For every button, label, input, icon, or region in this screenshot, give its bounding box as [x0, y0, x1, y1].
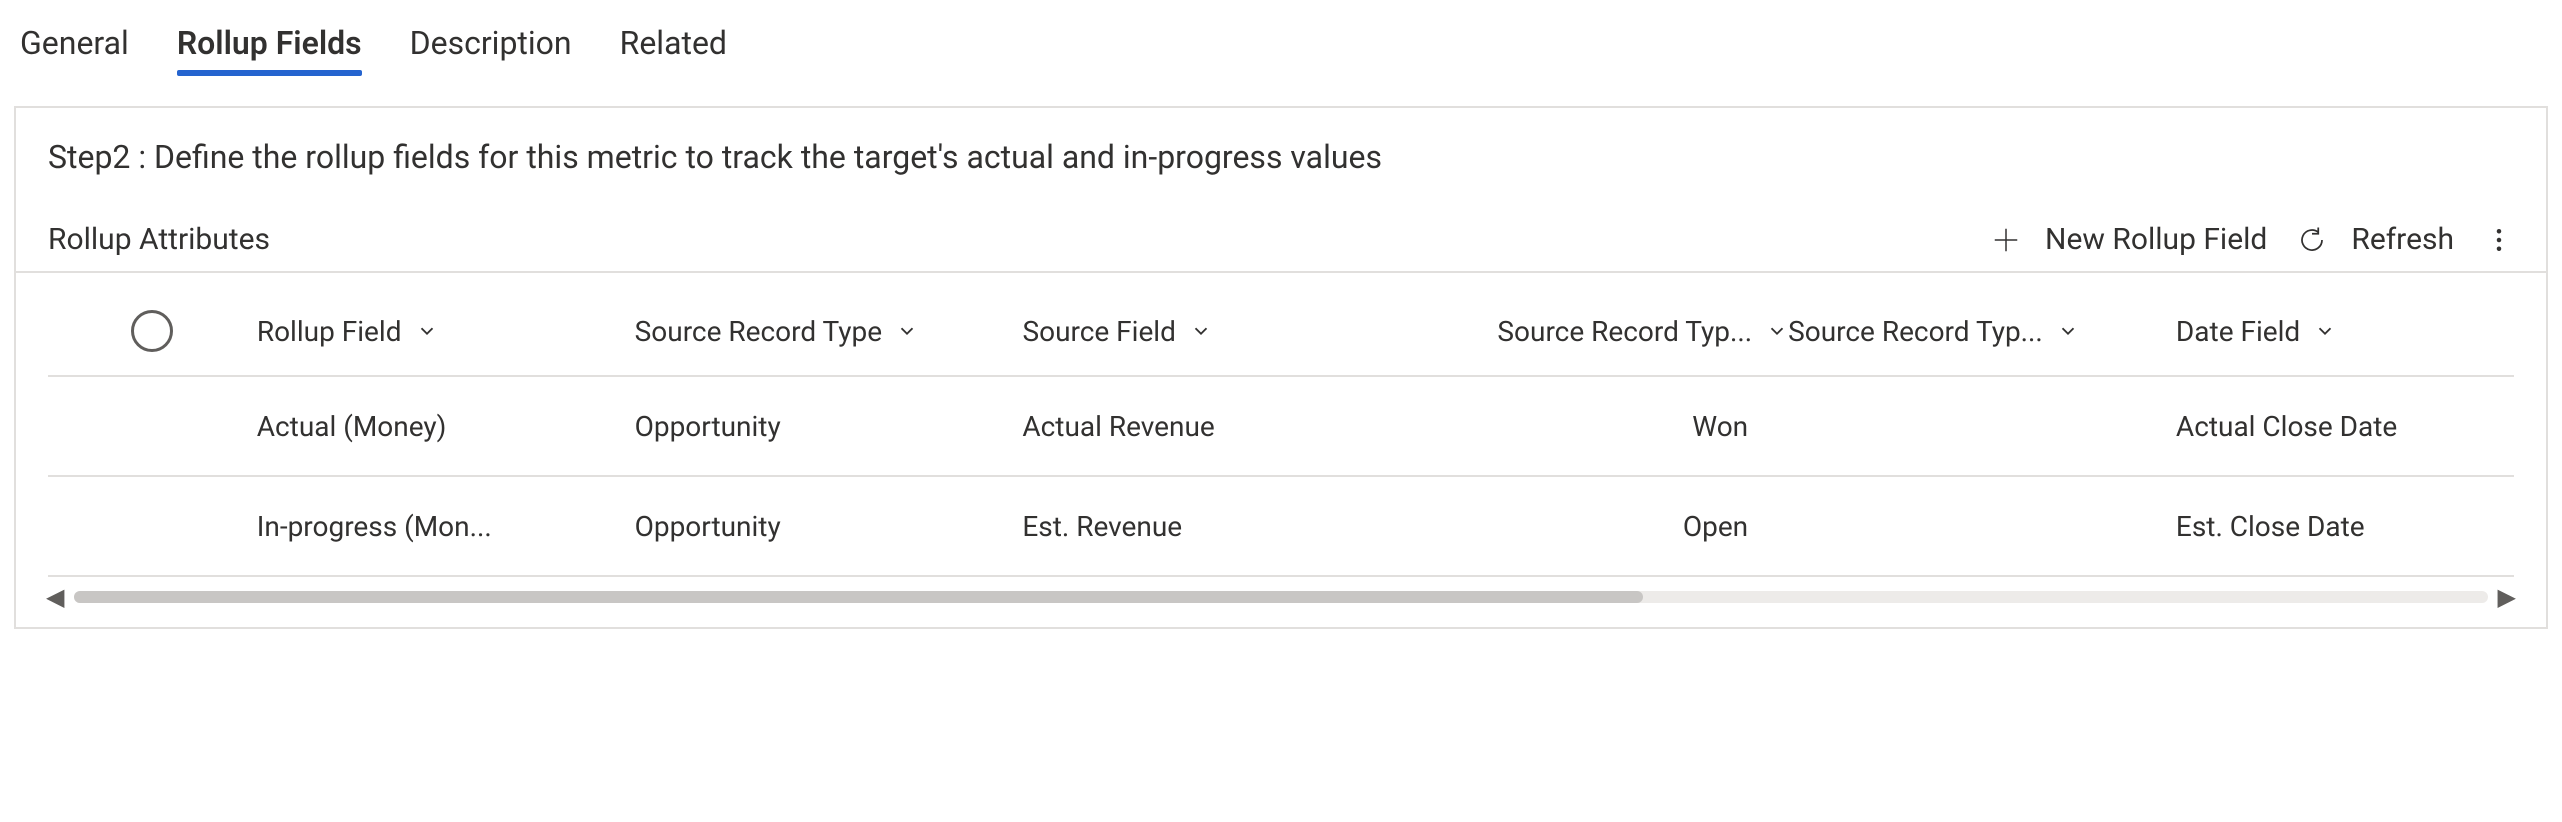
cell-source-record-typ-1: Open [1400, 510, 1788, 543]
chevron-down-icon [2057, 320, 2079, 342]
col-label: Source Record Typ... [1788, 315, 2043, 348]
scroll-left-icon[interactable]: ◀ [46, 583, 64, 611]
col-date-field[interactable]: Date Field [2176, 315, 2514, 348]
col-source-record-typ-1[interactable]: Source Record Typ... [1400, 315, 1788, 348]
col-source-record-type[interactable]: Source Record Type [635, 315, 1023, 348]
more-vertical-icon [2484, 225, 2514, 255]
chevron-down-icon [896, 320, 918, 342]
cell-date-field: Est. Close Date [2176, 510, 2514, 543]
grid-toolbar: Rollup Attributes New Rollup Field Refre… [16, 176, 2546, 273]
col-source-field[interactable]: Source Field [1022, 315, 1400, 348]
chevron-down-icon [1190, 320, 1212, 342]
grid-header-row: Rollup Field Source Record Type Source F… [48, 287, 2514, 377]
plus-icon [1991, 225, 2021, 255]
refresh-button[interactable]: Refresh [2297, 222, 2454, 257]
select-all-cell[interactable] [48, 310, 257, 352]
tab-rollup-fields[interactable]: Rollup Fields [177, 24, 362, 62]
tab-related[interactable]: Related [620, 24, 727, 62]
grid-title: Rollup Attributes [48, 222, 270, 257]
cell-source-field: Est. Revenue [1022, 510, 1400, 543]
chevron-down-icon [416, 320, 438, 342]
new-rollup-field-button[interactable]: New Rollup Field [1991, 222, 2267, 257]
new-rollup-label: New Rollup Field [2045, 222, 2267, 257]
col-label: Source Record Type [635, 315, 882, 348]
table-row[interactable]: Actual (Money) Opportunity Actual Revenu… [48, 377, 2514, 477]
table-row[interactable]: In-progress (Mon... Opportunity Est. Rev… [48, 477, 2514, 577]
refresh-icon [2297, 225, 2327, 255]
rollup-grid: Rollup Field Source Record Type Source F… [16, 287, 2546, 577]
col-rollup-field[interactable]: Rollup Field [257, 315, 635, 348]
refresh-label: Refresh [2351, 222, 2454, 257]
cell-source-record-type: Opportunity [635, 410, 1023, 443]
chevron-down-icon [2314, 320, 2336, 342]
cell-source-record-type: Opportunity [635, 510, 1023, 543]
grid-actions: New Rollup Field Refresh [1991, 222, 2514, 257]
scroll-right-icon[interactable]: ▶ [2498, 583, 2516, 611]
cell-rollup-field: In-progress (Mon... [257, 510, 635, 543]
col-label: Source Field [1022, 315, 1175, 348]
cell-date-field: Actual Close Date [2176, 410, 2514, 443]
col-label: Rollup Field [257, 315, 402, 348]
chevron-down-icon [1766, 320, 1788, 342]
col-label: Source Record Typ... [1497, 315, 1752, 348]
col-label: Date Field [2176, 315, 2300, 348]
tab-general[interactable]: General [20, 24, 129, 62]
horizontal-scrollbar: ◀ ▶ [16, 577, 2546, 607]
tabs-bar: General Rollup Fields Description Relate… [0, 0, 2562, 82]
cell-source-field: Actual Revenue [1022, 410, 1400, 443]
more-commands-button[interactable] [2484, 225, 2514, 255]
tab-description[interactable]: Description [410, 24, 572, 62]
scroll-track[interactable] [74, 591, 2487, 603]
rollup-panel: Step2 : Define the rollup fields for thi… [14, 106, 2548, 629]
cell-source-record-typ-1: Won [1400, 410, 1788, 443]
scroll-thumb[interactable] [74, 591, 1642, 603]
step-heading: Step2 : Define the rollup fields for thi… [16, 108, 2546, 176]
cell-rollup-field: Actual (Money) [257, 410, 635, 443]
select-all-circle-icon [131, 310, 173, 352]
col-source-record-typ-2[interactable]: Source Record Typ... [1788, 315, 2176, 348]
